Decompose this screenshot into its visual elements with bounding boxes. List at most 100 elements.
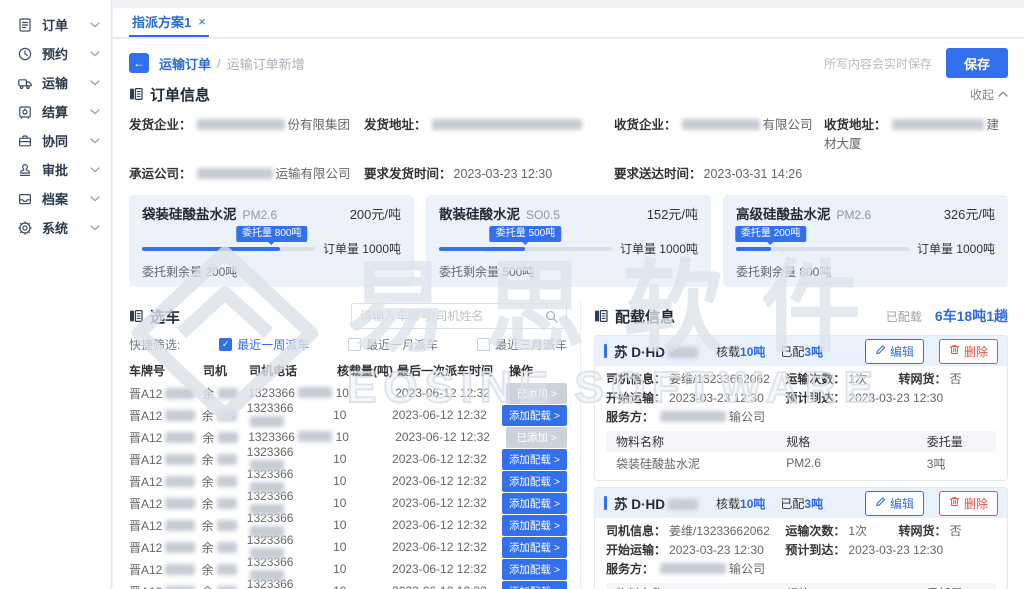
delete-button[interactable]: 删除	[939, 491, 998, 516]
material-cell: PM2.6	[786, 456, 927, 470]
clipboard-icon	[129, 309, 143, 323]
add-load-button[interactable]: 添加配载 >	[502, 449, 567, 470]
save-button[interactable]: 保存	[946, 48, 1008, 78]
clock-icon	[17, 46, 33, 62]
edit-button[interactable]: 编辑	[865, 491, 924, 516]
sidebar-item-collaboration[interactable]: 协同	[0, 126, 111, 155]
info-pair: 预计到达：2023-03-23 12:30	[785, 541, 996, 560]
plate-cell: 晋A12	[129, 517, 202, 534]
load-card-body: 司机信息：姜维/13233662062运输次数：1次转网货：否开始运输：2023…	[595, 518, 1007, 589]
progress-bar: 委托量 500吨	[439, 247, 612, 251]
capacity-cell: 10	[333, 496, 392, 510]
product-card: 袋装硅酸盐水泥PM2.6200元/吨委托量 800吨订单量 1000吨委托剩余量…	[129, 195, 414, 287]
redacted-text	[660, 563, 726, 574]
field-value: 2023-03-23 12:30	[454, 167, 553, 181]
order-field: 发货企业：份有限集团	[129, 114, 364, 152]
add-load-button[interactable]: 添加配载 >	[502, 559, 567, 580]
loaded-summary-label: 已配载	[886, 308, 922, 325]
collapse-toggle[interactable]: 收起	[970, 86, 1008, 103]
material-header-row: 物料名称规格委托量	[606, 431, 996, 452]
order-field: 承运公司：运输有限公司	[129, 163, 364, 182]
info-value: 姜维/13233662062	[669, 524, 770, 538]
filter-checkbox-0[interactable]: ✓最近一周派车	[219, 336, 309, 353]
filter-checkbox-2[interactable]: 最近三月派车	[477, 336, 567, 353]
add-load-button[interactable]: 添加配载 >	[502, 493, 567, 514]
added-button: 已添加 >	[506, 383, 567, 404]
sidebar-item-approval[interactable]: 审批	[0, 155, 111, 184]
breadcrumb-parent-link[interactable]: 运输订单	[159, 54, 211, 73]
redacted-text	[250, 482, 284, 493]
bottom-split: 选车 快捷筛选:✓最近一周派车最近一月派车最近三月派车 车牌号司机司机电话核载量…	[129, 300, 1008, 589]
sidebar-item-label: 运输	[42, 73, 68, 92]
column-header: 车牌号	[129, 362, 203, 379]
redacted-text	[165, 542, 195, 553]
info-pair: 司机信息：姜维/13233662062	[606, 522, 785, 541]
last-dispatch-cell: 2023-06-12 12:32	[392, 584, 502, 589]
sidebar-item-order[interactable]: 订单	[0, 10, 111, 39]
capacity-cell: 10	[336, 386, 396, 400]
tab-close-icon[interactable]: ×	[198, 14, 206, 29]
last-dispatch-cell: 2023-06-12 12:32	[395, 430, 506, 444]
filter-label: 最近三月派车	[495, 336, 567, 353]
info-value: 输公司	[657, 410, 765, 424]
delete-button[interactable]: 删除	[939, 339, 998, 364]
add-load-button[interactable]: 添加配载 >	[502, 405, 567, 426]
product-spec: PM2.6	[837, 208, 872, 222]
driver-cell: 余	[202, 561, 247, 578]
breadcrumb-current: 运输订单新增	[227, 54, 305, 73]
redacted-text	[660, 411, 726, 422]
checkbox-icon	[348, 338, 361, 351]
add-load-button[interactable]: 添加配载 >	[502, 581, 567, 589]
redacted-text	[165, 454, 195, 465]
sidebar-item-system[interactable]: 系统	[0, 213, 111, 242]
column-header: 委托量	[927, 433, 986, 450]
redacted-text	[217, 542, 237, 553]
driver-cell: 余	[202, 517, 247, 534]
progress-bar: 委托量 800吨	[142, 247, 315, 251]
redacted-text	[218, 388, 238, 399]
phone-cell: 1323366	[247, 401, 333, 429]
info-label: 预计到达：	[785, 391, 845, 405]
vehicle-search-input[interactable]	[360, 309, 539, 323]
tab-assign-plan[interactable]: 指派方案1 ×	[129, 8, 209, 37]
window-top-strip	[113, 0, 1024, 8]
product-name: 高级硅酸盐水泥	[736, 203, 831, 223]
redacted-text	[165, 476, 195, 487]
sidebar-item-booking[interactable]: 预约	[0, 39, 111, 68]
trash-icon	[949, 344, 960, 358]
accent-bar	[604, 344, 607, 358]
add-load-button[interactable]: 添加配载 >	[502, 515, 567, 536]
redacted-text	[250, 416, 284, 427]
load-info-header: 配载信息 已配载 6车18吨1趟	[594, 304, 1008, 328]
section-title: 选车	[150, 306, 180, 327]
add-load-button[interactable]: 添加配载 >	[502, 537, 567, 558]
field-value: 份有限集团	[194, 118, 351, 132]
chevron-down-icon	[90, 109, 100, 115]
info-value: 1次	[848, 524, 867, 538]
sidebar-item-settlement[interactable]: 结算	[0, 97, 111, 126]
column-header: 物料名称	[616, 585, 786, 589]
clipboard-icon	[129, 87, 143, 101]
edit-button[interactable]: 编辑	[865, 339, 924, 364]
sidebar-item-label: 订单	[42, 15, 68, 34]
redacted-text	[432, 119, 582, 130]
column-header: 规格	[786, 433, 927, 450]
redacted-text	[165, 410, 195, 421]
order-field: 要求发货时间：2023-03-23 12:30	[364, 163, 614, 182]
sidebar-item-archive[interactable]: 档案	[0, 184, 111, 213]
sidebar-item-transport[interactable]: 运输	[0, 68, 111, 97]
info-value: 2023-03-23 12:30	[848, 543, 943, 557]
filter-checkbox-1[interactable]: 最近一月派车	[348, 336, 438, 353]
info-pair: 服务方：输公司	[606, 560, 996, 579]
plate-cell: 晋A12	[129, 451, 202, 468]
driver-cell: 余	[203, 385, 249, 402]
product-price: 200元/吨	[350, 204, 401, 223]
add-load-button[interactable]: 添加配载 >	[502, 471, 567, 492]
field-label: 要求送达时间：	[614, 167, 702, 181]
chevron-down-icon	[90, 167, 100, 173]
back-button[interactable]: ←	[129, 53, 149, 73]
order-field: 要求送达时间：2023-03-31 14:26	[614, 163, 1008, 182]
info-label: 运输次数：	[785, 372, 845, 386]
driver-cell: 余	[202, 495, 247, 512]
info-value: 输公司	[657, 562, 765, 576]
